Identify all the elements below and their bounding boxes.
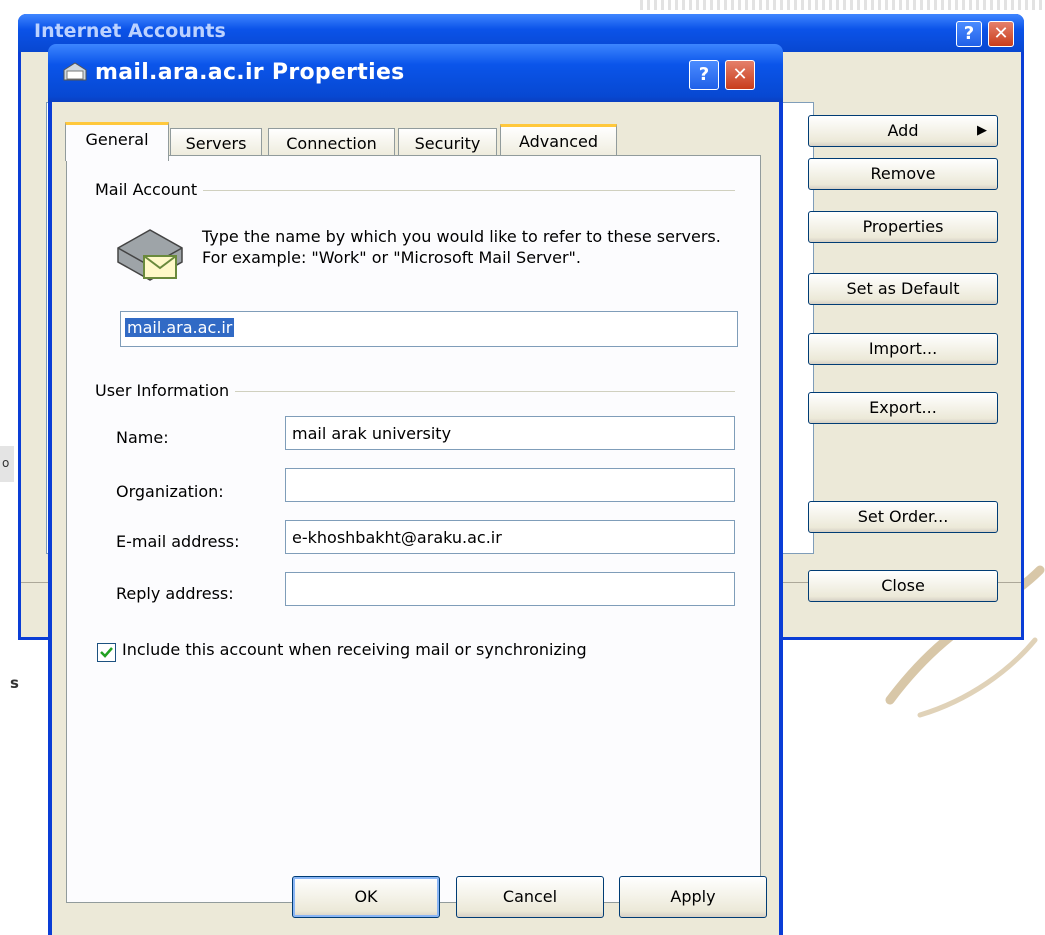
background-char-2: s [10, 674, 19, 692]
add-button-label: Add [887, 121, 919, 140]
mail-account-name-input[interactable]: mail.ara.ac.ir [120, 311, 738, 347]
window-title: Internet Accounts [34, 20, 226, 42]
name-input[interactable]: mail arak university [285, 416, 735, 450]
dialog-help-button[interactable]: ? [689, 60, 719, 90]
name-label: Name: [116, 428, 169, 447]
remove-button[interactable]: Remove [808, 158, 998, 190]
email-input[interactable]: e-khoshbakht@araku.ac.ir [285, 520, 735, 554]
include-account-checkbox[interactable] [97, 643, 116, 662]
background-char: o [2, 456, 10, 470]
ok-button[interactable]: OK [292, 876, 440, 918]
submenu-arrow-icon: ▶ [977, 123, 987, 138]
help-button[interactable]: ? [956, 21, 982, 47]
mail-account-description: Type the name by which you would like to… [202, 227, 721, 267]
mail-account-group-label: Mail Account [95, 180, 204, 199]
background-pattern [640, 0, 1045, 10]
background-fragment-2: s [0, 670, 38, 700]
reply-label: Reply address: [116, 584, 234, 603]
close-button[interactable]: Close [808, 570, 998, 602]
add-button[interactable]: Add ▶ [808, 115, 998, 147]
cancel-button[interactable]: Cancel [456, 876, 604, 918]
import-button[interactable]: Import... [808, 333, 998, 365]
tab-general[interactable]: General [65, 122, 169, 161]
dialog-titlebar: mail.ara.ac.ir Properties ? ✕ [48, 44, 783, 102]
properties-button[interactable]: Properties [808, 211, 998, 243]
close-window-button[interactable]: ✕ [988, 21, 1014, 47]
checkmark-icon [100, 647, 113, 658]
export-button[interactable]: Export... [808, 392, 998, 424]
user-info-group-label: User Information [95, 381, 236, 400]
include-account-label[interactable]: Include this account when receiving mail… [122, 640, 587, 659]
organization-input[interactable] [285, 468, 735, 502]
account-icon [63, 62, 87, 81]
selected-text: mail.ara.ac.ir [125, 318, 235, 337]
email-label: E-mail address: [116, 532, 240, 551]
set-default-button[interactable]: Set as Default [808, 273, 998, 305]
mail-server-icon [117, 229, 183, 281]
apply-button[interactable]: Apply [619, 876, 767, 918]
reply-address-input[interactable] [285, 572, 735, 606]
set-order-button[interactable]: Set Order... [808, 501, 998, 533]
dialog-title: mail.ara.ac.ir Properties [95, 60, 405, 85]
organization-label: Organization: [116, 482, 224, 501]
background-fragment: o [0, 446, 14, 482]
dialog-close-button[interactable]: ✕ [725, 60, 755, 90]
